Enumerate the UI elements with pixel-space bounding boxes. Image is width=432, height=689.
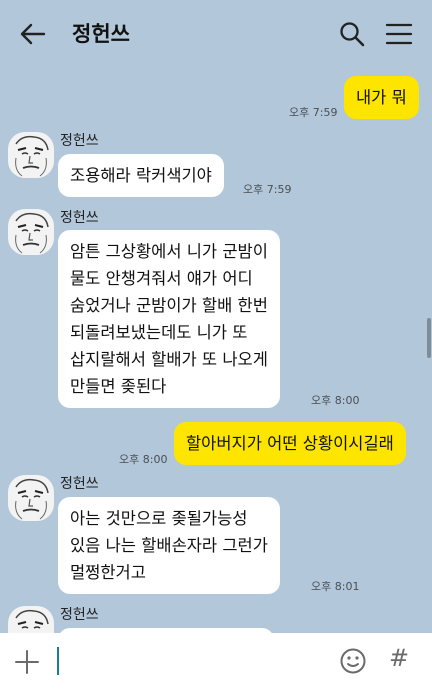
message-line: 내가 뭐 <box>356 88 407 107</box>
arrow-left-icon <box>20 23 46 45</box>
menu-button[interactable] <box>384 20 414 48</box>
sender-name: 정헌쓰 <box>60 133 99 149</box>
sender-name: 정헌쓰 <box>60 476 99 492</box>
attach-button[interactable] <box>14 649 40 675</box>
sender-name: 정헌쓰 <box>60 607 99 623</box>
face-sketch-icon <box>15 212 49 254</box>
my-message-bubble[interactable]: 내가 뭐 <box>344 76 419 119</box>
their-message-bubble[interactable]: 아는 것만으로 좆될가능성 있음 나는 할배손자라 그런가 멀쩡한거고 <box>58 497 280 594</box>
search-icon <box>340 22 365 47</box>
message-line: 만들면 좆된다 <box>70 377 167 396</box>
chat-messages[interactable]: 내가 뭐 오후 7:59 정헌쓰 조용해라 락커색기야 오후 7:59 정헌쓰 … <box>0 68 432 633</box>
message-line: 조용해라 락커색기야 <box>70 166 212 185</box>
text-input-cursor[interactable] <box>57 647 59 675</box>
face-sketch-icon <box>15 609 49 629</box>
message-time: 오후 7:59 <box>243 183 292 196</box>
emoji-button[interactable] <box>339 647 367 675</box>
message-line: 할아버지가 어떤 상황이시길래 <box>186 434 394 453</box>
message-line: 삽지랄해서 할배가 또 나오게 <box>70 350 268 369</box>
message-time: 오후 7:59 <box>289 106 338 119</box>
emoji-icon <box>340 648 366 674</box>
message-line: 되돌려보냈는데도 니가 또 <box>70 323 248 342</box>
message-line: 숨었거나 군밤이가 할배 한번 <box>70 296 268 315</box>
avatar[interactable] <box>8 606 54 633</box>
message-line: 있음 나는 할배손자라 그런가 <box>70 536 268 555</box>
scrollbar[interactable] <box>427 318 431 358</box>
avatar[interactable] <box>8 209 54 255</box>
face-sketch-icon <box>15 478 49 520</box>
face-sketch-icon <box>15 135 49 177</box>
message-line: 물도 안챙겨줘서 얘가 어디 <box>70 269 253 288</box>
hashtag-search-button[interactable]: # <box>389 644 409 672</box>
message-time: 오후 8:01 <box>311 580 360 593</box>
message-time: 오후 8:00 <box>119 453 168 466</box>
message-input-bar: # <box>0 633 432 689</box>
their-message-bubble[interactable]: 암튼 그상황에서 니가 군밤이 물도 안챙겨줘서 얘가 어디 숨었거나 군밤이가… <box>58 230 280 408</box>
message-line: 아는 것만으로 좆될가능성 <box>70 509 248 528</box>
plus-icon <box>15 650 39 674</box>
my-message-bubble[interactable]: 할아버지가 어떤 상황이시길래 <box>174 422 406 465</box>
message-time: 오후 8:00 <box>311 394 360 407</box>
search-button[interactable] <box>338 20 366 48</box>
chat-title: 정헌쓰 <box>72 22 130 46</box>
back-button[interactable] <box>18 20 48 48</box>
message-line: 암튼 그상황에서 니가 군밤이 <box>70 242 268 261</box>
chat-header: 정헌쓰 <box>0 0 432 68</box>
avatar[interactable] <box>8 475 54 521</box>
avatar[interactable] <box>8 132 54 178</box>
sender-name: 정헌쓰 <box>60 210 99 226</box>
message-line: 멀쩡한거고 <box>70 563 146 582</box>
their-message-bubble[interactable]: 조용해라 락커색기야 <box>58 154 224 197</box>
hamburger-menu-icon <box>385 23 413 45</box>
